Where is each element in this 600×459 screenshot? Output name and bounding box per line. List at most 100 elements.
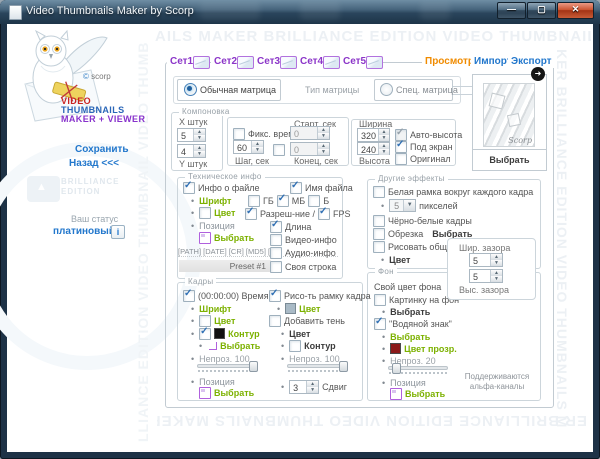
b-label: Б	[323, 196, 329, 206]
x-count-spinner[interactable]: 5▲▼	[177, 128, 206, 142]
app-icon	[9, 5, 22, 20]
tab-set3[interactable]: Сет3	[254, 55, 283, 68]
frames-position-choose-link[interactable]: Выбрать	[214, 388, 254, 398]
audio-info-label: Аудио-инфо	[285, 248, 336, 258]
mb-checkbox[interactable]	[277, 195, 289, 207]
file-name-checkbox[interactable]	[290, 182, 302, 194]
shadow-outline-checkbox[interactable]	[289, 340, 301, 352]
frames-color-label: Цвет	[214, 316, 235, 326]
timestamp-checkbox[interactable]	[183, 290, 195, 302]
status-value: платиновый	[53, 226, 115, 237]
end-sec-spinner[interactable]: 0▲▼	[290, 142, 330, 156]
slider-thumb[interactable]	[392, 363, 401, 374]
tab-set5[interactable]: Сет5	[340, 55, 369, 68]
watermark-checkbox[interactable]	[374, 318, 386, 330]
white-frame-checkbox[interactable]	[373, 186, 385, 198]
titlebar-glass-blob	[200, 2, 260, 20]
custom-line-checkbox[interactable]	[270, 261, 282, 273]
height-spinner[interactable]: 240▲▼	[357, 142, 390, 155]
choose-style-button[interactable]: Выбрать	[473, 155, 546, 165]
file-info-checkbox[interactable]	[183, 182, 195, 194]
shadow-opacity-slider[interactable]	[287, 361, 347, 373]
tab-set1[interactable]: Сет1	[167, 55, 196, 68]
shadow-color-link[interactable]: Цвет	[289, 329, 310, 339]
gap-width-spinner[interactable]: 5▲▼	[469, 253, 503, 267]
status-info-icon[interactable]: i	[111, 225, 125, 239]
fit-screen-checkbox[interactable]	[395, 141, 407, 153]
start-sec-spinner[interactable]: 0▲▼	[290, 126, 330, 140]
set4-thumbnail-icon[interactable]	[323, 56, 340, 69]
tab-export[interactable]: Экспорт	[508, 55, 555, 68]
title-bar[interactable]: Video Thumbnails Maker by Scorp — ▢ ✕	[0, 0, 600, 24]
bg-position-choose-link[interactable]: Выбрать	[405, 389, 445, 399]
transparency-color-swatch[interactable]	[390, 343, 401, 354]
minimize-button[interactable]: —	[497, 2, 526, 19]
special-matrix-box[interactable]: Спец. матрица	[374, 79, 453, 101]
gap-height-spinner[interactable]: 5▲▼	[469, 269, 503, 283]
outline-color-swatch[interactable]	[214, 328, 225, 339]
gap-height-label: Выс. зазора	[459, 285, 509, 295]
audio-info-checkbox[interactable]	[270, 247, 282, 259]
bg-image-choose-link[interactable]: Выбрать	[390, 307, 430, 317]
black-white-checkbox[interactable]	[373, 215, 385, 227]
normal-matrix-radio[interactable]	[184, 83, 197, 96]
pixels-dropdown[interactable]: 5▼	[389, 199, 416, 212]
brand-line-maker-viewer: MAKER + VIEWER	[61, 115, 145, 124]
frames-outline-checkbox[interactable]	[199, 328, 211, 340]
length-checkbox[interactable]	[270, 221, 282, 233]
tech-position-choose-link[interactable]: Выбрать	[214, 233, 254, 243]
preset-field[interactable]: Preset #1	[179, 260, 271, 272]
common-frame-checkbox[interactable]	[373, 241, 385, 253]
crop-choose-link[interactable]: Выбрать	[432, 229, 472, 239]
position-picker-icon[interactable]	[199, 232, 211, 244]
tab-preview[interactable]: Просмотр	[422, 55, 477, 68]
step-sec-spinner[interactable]: 60▲▼	[233, 140, 264, 154]
tab-set2[interactable]: Сет2	[211, 55, 240, 68]
width-spinner[interactable]: 320▲▼	[357, 128, 390, 142]
tech-color-checkbox[interactable]	[199, 207, 211, 219]
maximize-button[interactable]: ▢	[527, 2, 556, 19]
position-picker-icon[interactable]	[390, 388, 402, 400]
close-button[interactable]: ✕	[557, 2, 594, 19]
end-enable-checkbox[interactable]	[273, 144, 285, 156]
frame-border-label: Рисо-ть рамку кадра	[284, 291, 371, 301]
frame-border-color-swatch[interactable]	[285, 303, 296, 314]
tab-set4[interactable]: Сет4	[297, 55, 326, 68]
shift-spinner[interactable]: 3▲▼	[289, 380, 319, 394]
fps-checkbox[interactable]	[318, 208, 330, 220]
position-picker-icon[interactable]	[199, 387, 211, 399]
set3-thumbnail-icon[interactable]	[280, 56, 297, 69]
special-matrix-radio[interactable]	[380, 83, 393, 96]
frame-border-checkbox[interactable]	[269, 290, 281, 302]
common-frame-color-link[interactable]: Цвет	[389, 255, 410, 265]
outline-choose-link[interactable]: Выбрать	[220, 341, 260, 351]
set5-thumbnail-icon[interactable]	[366, 56, 383, 69]
crop-checkbox[interactable]	[373, 228, 385, 240]
copyright-note: © scorp	[83, 72, 111, 81]
watermark-choose-link[interactable]: Выбрать	[390, 332, 430, 342]
end-sec-label: Конец, сек	[294, 156, 338, 166]
frames-font-link[interactable]: Шрифт	[199, 304, 231, 314]
frames-group-title: Кадры	[185, 277, 216, 286]
bg-image-checkbox[interactable]	[374, 294, 386, 306]
y-count-spinner[interactable]: 4▲▼	[177, 144, 206, 158]
back-link[interactable]: Назад <<<	[69, 158, 119, 169]
video-info-checkbox[interactable]	[270, 234, 282, 246]
set2-thumbnail-icon[interactable]	[237, 56, 254, 69]
original-size-checkbox[interactable]	[395, 153, 407, 165]
resolution-checkbox[interactable]	[245, 208, 257, 220]
next-style-arrow-button[interactable]: ➜	[531, 67, 545, 81]
tech-font-link[interactable]: Шрифт	[199, 196, 231, 206]
frames-outline-label: Контур	[228, 329, 259, 339]
save-link[interactable]: Сохранить	[75, 144, 129, 155]
shadow-checkbox[interactable]	[269, 315, 281, 327]
fixed-time-checkbox[interactable]	[233, 128, 245, 140]
frames-opacity-slider[interactable]	[197, 361, 257, 373]
slider-thumb[interactable]	[249, 361, 258, 372]
watermark-opacity-slider[interactable]	[388, 363, 448, 375]
set1-thumbnail-icon[interactable]	[193, 56, 210, 69]
slider-thumb[interactable]	[339, 361, 348, 372]
frame-border-color-label: Цвет	[299, 304, 320, 314]
original-size-label: Оригинал	[410, 154, 451, 164]
normal-matrix-box[interactable]: Обычная матрица	[177, 79, 281, 101]
